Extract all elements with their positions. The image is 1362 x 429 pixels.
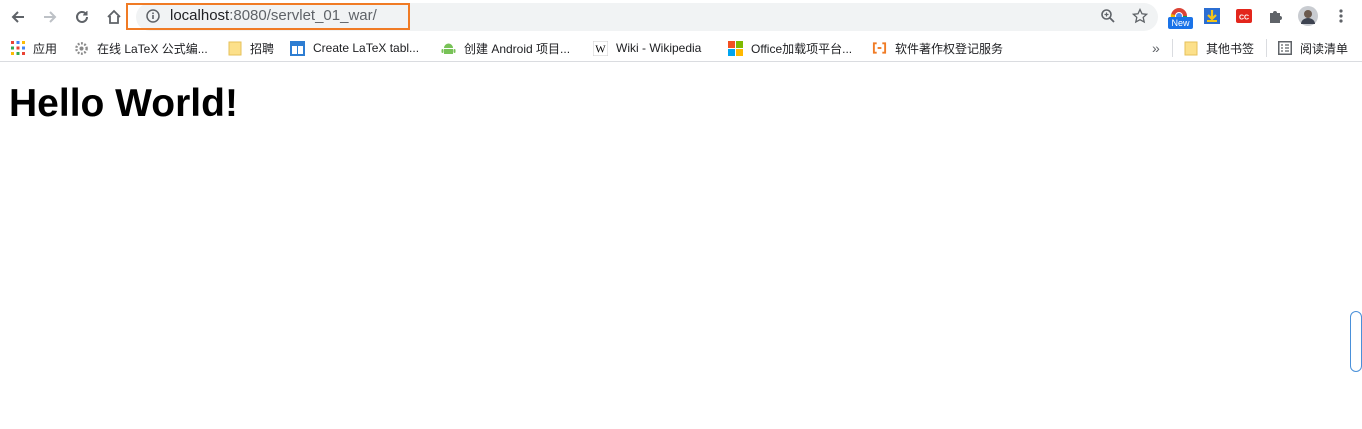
bookmark-office-addins[interactable]: Office加载项平台...	[728, 39, 852, 57]
gear-icon	[74, 41, 89, 56]
page-heading: Hello World!	[9, 82, 238, 125]
bookmark-label: 在线 LaTeX 公式编...	[97, 41, 208, 56]
forward-button[interactable]	[37, 4, 63, 30]
home-icon	[107, 9, 121, 24]
reload-icon	[76, 10, 88, 23]
office-icon	[728, 40, 743, 56]
bookmark-copyright-registration[interactable]: 软件著作权登记服务	[872, 39, 1003, 57]
bookmark-label: Create LaTeX tabl...	[313, 41, 420, 55]
wikipedia-icon: W	[593, 40, 608, 56]
bookmark-label: Office加载项平台...	[751, 41, 853, 56]
bookmark-recruit-folder[interactable]: 招聘	[227, 39, 274, 57]
bookmarks-bar: 应用 在线 LaTeX 公式编... 招聘 Create LaTeX tabl.…	[0, 33, 1362, 62]
page-content: Hello World!	[0, 66, 1362, 429]
bookmark-label: 创建 Android 项目...	[464, 41, 571, 56]
bookmark-apps[interactable]: 应用	[10, 39, 57, 57]
reload-button[interactable]	[69, 4, 95, 30]
bookmark-other-folder[interactable]: 其他书签	[1183, 39, 1254, 57]
bookmarks-divider	[1266, 39, 1267, 57]
star-bookmark-icon[interactable]	[1130, 6, 1150, 26]
address-highlight-box	[126, 3, 410, 30]
menu-kebab-icon[interactable]	[1332, 7, 1350, 25]
bookmark-label: 应用	[33, 41, 58, 56]
profile-avatar[interactable]	[1298, 6, 1318, 26]
svg-text:W: W	[595, 43, 606, 55]
puzzle-extensions-icon[interactable]	[1267, 7, 1285, 25]
bookmark-label: 其他书签	[1206, 41, 1255, 56]
bookmark-label: 软件著作权登记服务	[895, 41, 1004, 56]
back-button[interactable]	[5, 4, 31, 30]
folder-icon	[227, 41, 242, 56]
apps-grid-icon	[10, 41, 25, 56]
new-badge: New	[1168, 17, 1193, 29]
forward-arrow-icon	[44, 11, 57, 23]
reading-list-icon	[1277, 41, 1292, 56]
bookmark-label: Wiki - Wikipedia	[616, 41, 702, 55]
cc-extension-icon[interactable]: CC	[1235, 7, 1253, 25]
home-button[interactable]	[101, 4, 127, 30]
zoom-icon[interactable]	[1098, 6, 1118, 26]
bookmarks-divider	[1172, 39, 1173, 57]
bookmark-latex-table[interactable]: Create LaTeX tabl...	[290, 39, 419, 57]
bookmark-wikipedia[interactable]: W Wiki - Wikipedia	[593, 39, 701, 57]
bookmark-label: 招聘	[250, 41, 275, 56]
more-bookmarks-chevron-icon[interactable]: »	[1152, 39, 1160, 57]
bracket-icon	[872, 41, 887, 56]
table-icon	[290, 40, 305, 56]
bookmark-latex-editor[interactable]: 在线 LaTeX 公式编...	[74, 39, 208, 57]
side-scroll-handle[interactable]	[1350, 311, 1362, 372]
back-arrow-icon	[11, 11, 24, 23]
folder-icon	[1183, 41, 1198, 56]
bookmark-label: 阅读清单	[1300, 41, 1349, 56]
download-extension-icon[interactable]	[1203, 7, 1221, 25]
svg-text:CC: CC	[1239, 15, 1249, 22]
browser-toolbar: localhost:8080/servlet_01_war/ New CC	[0, 0, 1362, 33]
android-icon	[441, 41, 456, 56]
reading-list-button[interactable]: 阅读清单	[1277, 39, 1348, 57]
bookmark-android-project[interactable]: 创建 Android 项目...	[441, 39, 570, 57]
